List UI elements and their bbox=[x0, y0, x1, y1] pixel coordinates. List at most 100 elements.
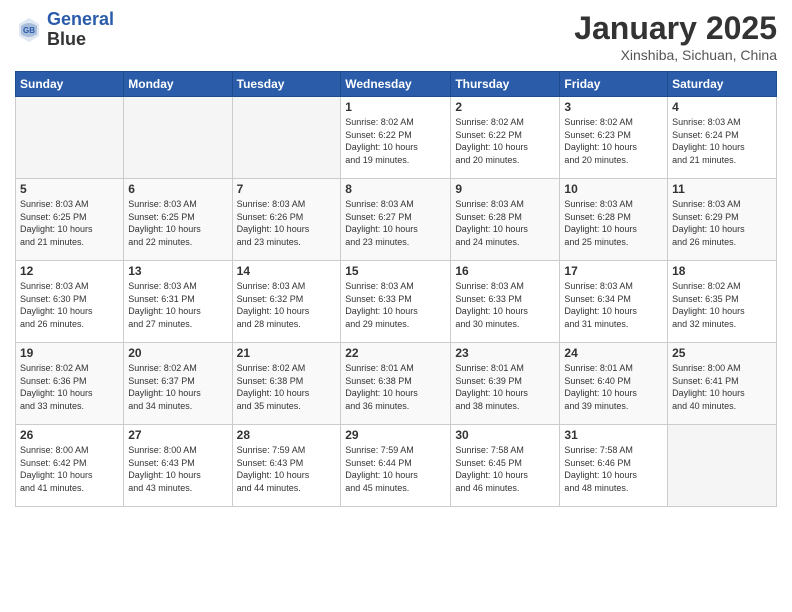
day-info: Sunrise: 8:03 AM Sunset: 6:24 PM Dayligh… bbox=[672, 116, 772, 166]
logo: GB General Blue bbox=[15, 10, 114, 50]
day-number: 7 bbox=[237, 182, 337, 196]
calendar-cell: 22 Sunrise: 8:01 AM Sunset: 6:38 PM Dayli… bbox=[341, 343, 451, 425]
week-row-2: 12Sunrise: 8:03 AM Sunset: 6:30 PM Dayli… bbox=[16, 261, 777, 343]
day-number: 18 bbox=[672, 264, 772, 278]
day-info: Sunrise: 8:03 AM Sunset: 6:25 PM Dayligh… bbox=[20, 198, 119, 248]
day-number: 27 bbox=[128, 428, 227, 442]
calendar-cell: 3 Sunrise: 8:02 AM Sunset: 6:23 PM Daylig… bbox=[560, 97, 668, 179]
week-row-3: 19 Sunrise: 8:02 AM Sunset: 6:36 PM Dayli… bbox=[16, 343, 777, 425]
calendar-cell: 19 Sunrise: 8:02 AM Sunset: 6:36 PM Dayli… bbox=[16, 343, 124, 425]
weekday-header-row: SundayMondayTuesdayWednesdayThursdayFrid… bbox=[16, 72, 777, 97]
header: GB General Blue January 2025 Xinshiba, S… bbox=[15, 10, 777, 63]
week-row-0: 1 Sunrise: 8:02 AM Sunset: 6:22 PM Daylig… bbox=[16, 97, 777, 179]
calendar-cell: 4 Sunrise: 8:03 AM Sunset: 6:24 PM Daylig… bbox=[668, 97, 777, 179]
day-info: Sunrise: 8:01 AM Sunset: 6:38 PM Dayligh… bbox=[345, 362, 446, 412]
day-number: 5 bbox=[20, 182, 119, 196]
week-row-4: 26Sunrise: 8:00 AM Sunset: 6:42 PM Dayli… bbox=[16, 425, 777, 507]
day-number: 9 bbox=[455, 182, 555, 196]
day-number: 15 bbox=[345, 264, 446, 278]
day-number: 13 bbox=[128, 264, 227, 278]
calendar-cell: 26Sunrise: 8:00 AM Sunset: 6:42 PM Dayli… bbox=[16, 425, 124, 507]
day-info: Sunrise: 8:02 AM Sunset: 6:35 PM Dayligh… bbox=[672, 280, 772, 330]
day-number: 17 bbox=[564, 264, 663, 278]
day-number: 4 bbox=[672, 100, 772, 114]
calendar-cell: 31 Sunrise: 7:58 AM Sunset: 6:46 PM Dayli… bbox=[560, 425, 668, 507]
day-info: Sunrise: 8:00 AM Sunset: 6:43 PM Dayligh… bbox=[128, 444, 227, 494]
calendar-cell: 28 Sunrise: 7:59 AM Sunset: 6:43 PM Dayli… bbox=[232, 425, 341, 507]
calendar-cell bbox=[16, 97, 124, 179]
calendar-cell: 20Sunrise: 8:02 AM Sunset: 6:37 PM Dayli… bbox=[124, 343, 232, 425]
title-block: January 2025 Xinshiba, Sichuan, China bbox=[574, 10, 777, 63]
weekday-header-friday: Friday bbox=[560, 72, 668, 97]
day-info: Sunrise: 8:03 AM Sunset: 6:31 PM Dayligh… bbox=[128, 280, 227, 330]
day-number: 30 bbox=[455, 428, 555, 442]
calendar-cell: 24 Sunrise: 8:01 AM Sunset: 6:40 PM Dayli… bbox=[560, 343, 668, 425]
day-number: 31 bbox=[564, 428, 663, 442]
calendar-cell: 12Sunrise: 8:03 AM Sunset: 6:30 PM Dayli… bbox=[16, 261, 124, 343]
day-info: Sunrise: 8:03 AM Sunset: 6:33 PM Dayligh… bbox=[345, 280, 446, 330]
day-info: Sunrise: 8:03 AM Sunset: 6:28 PM Dayligh… bbox=[455, 198, 555, 248]
day-info: Sunrise: 8:03 AM Sunset: 6:32 PM Dayligh… bbox=[237, 280, 337, 330]
day-number: 24 bbox=[564, 346, 663, 360]
calendar-cell: 27 Sunrise: 8:00 AM Sunset: 6:43 PM Dayli… bbox=[124, 425, 232, 507]
day-info: Sunrise: 8:03 AM Sunset: 6:27 PM Dayligh… bbox=[345, 198, 446, 248]
calendar-cell: 21 Sunrise: 8:02 AM Sunset: 6:38 PM Dayli… bbox=[232, 343, 341, 425]
calendar-cell: 9 Sunrise: 8:03 AM Sunset: 6:28 PM Daylig… bbox=[451, 179, 560, 261]
calendar-cell: 18 Sunrise: 8:02 AM Sunset: 6:35 PM Dayli… bbox=[668, 261, 777, 343]
day-info: Sunrise: 8:03 AM Sunset: 6:26 PM Dayligh… bbox=[237, 198, 337, 248]
day-number: 1 bbox=[345, 100, 446, 114]
day-info: Sunrise: 8:01 AM Sunset: 6:39 PM Dayligh… bbox=[455, 362, 555, 412]
day-number: 21 bbox=[237, 346, 337, 360]
day-number: 14 bbox=[237, 264, 337, 278]
calendar-cell: 30 Sunrise: 7:58 AM Sunset: 6:45 PM Dayli… bbox=[451, 425, 560, 507]
location: Xinshiba, Sichuan, China bbox=[574, 47, 777, 63]
week-row-1: 5 Sunrise: 8:03 AM Sunset: 6:25 PM Daylig… bbox=[16, 179, 777, 261]
calendar-cell: 2 Sunrise: 8:02 AM Sunset: 6:22 PM Daylig… bbox=[451, 97, 560, 179]
day-number: 23 bbox=[455, 346, 555, 360]
calendar-cell: 10Sunrise: 8:03 AM Sunset: 6:28 PM Dayli… bbox=[560, 179, 668, 261]
day-info: Sunrise: 8:01 AM Sunset: 6:40 PM Dayligh… bbox=[564, 362, 663, 412]
day-number: 16 bbox=[455, 264, 555, 278]
calendar-cell: 29Sunrise: 7:59 AM Sunset: 6:44 PM Dayli… bbox=[341, 425, 451, 507]
calendar-cell: 1Sunrise: 8:02 AM Sunset: 6:22 PM Daylig… bbox=[341, 97, 451, 179]
day-info: Sunrise: 8:03 AM Sunset: 6:30 PM Dayligh… bbox=[20, 280, 119, 330]
day-info: Sunrise: 8:02 AM Sunset: 6:36 PM Dayligh… bbox=[20, 362, 119, 412]
weekday-header-sunday: Sunday bbox=[16, 72, 124, 97]
day-number: 3 bbox=[564, 100, 663, 114]
day-number: 19 bbox=[20, 346, 119, 360]
weekday-header-wednesday: Wednesday bbox=[341, 72, 451, 97]
weekday-header-saturday: Saturday bbox=[668, 72, 777, 97]
day-info: Sunrise: 8:02 AM Sunset: 6:23 PM Dayligh… bbox=[564, 116, 663, 166]
day-info: Sunrise: 8:02 AM Sunset: 6:38 PM Dayligh… bbox=[237, 362, 337, 412]
calendar-cell: 5 Sunrise: 8:03 AM Sunset: 6:25 PM Daylig… bbox=[16, 179, 124, 261]
day-number: 25 bbox=[672, 346, 772, 360]
calendar-cell: 14 Sunrise: 8:03 AM Sunset: 6:32 PM Dayli… bbox=[232, 261, 341, 343]
day-info: Sunrise: 8:02 AM Sunset: 6:37 PM Dayligh… bbox=[128, 362, 227, 412]
day-info: Sunrise: 8:02 AM Sunset: 6:22 PM Dayligh… bbox=[455, 116, 555, 166]
calendar-cell bbox=[124, 97, 232, 179]
day-number: 11 bbox=[672, 182, 772, 196]
day-info: Sunrise: 8:03 AM Sunset: 6:33 PM Dayligh… bbox=[455, 280, 555, 330]
calendar-cell: 11 Sunrise: 8:03 AM Sunset: 6:29 PM Dayli… bbox=[668, 179, 777, 261]
day-info: Sunrise: 7:59 AM Sunset: 6:43 PM Dayligh… bbox=[237, 444, 337, 494]
day-number: 28 bbox=[237, 428, 337, 442]
day-number: 26 bbox=[20, 428, 119, 442]
day-info: Sunrise: 7:59 AM Sunset: 6:44 PM Dayligh… bbox=[345, 444, 446, 494]
weekday-header-monday: Monday bbox=[124, 72, 232, 97]
day-number: 22 bbox=[345, 346, 446, 360]
day-info: Sunrise: 7:58 AM Sunset: 6:46 PM Dayligh… bbox=[564, 444, 663, 494]
page: GB General Blue January 2025 Xinshiba, S… bbox=[0, 0, 792, 612]
calendar-cell: 17Sunrise: 8:03 AM Sunset: 6:34 PM Dayli… bbox=[560, 261, 668, 343]
day-number: 6 bbox=[128, 182, 227, 196]
calendar-cell: 8Sunrise: 8:03 AM Sunset: 6:27 PM Daylig… bbox=[341, 179, 451, 261]
day-number: 10 bbox=[564, 182, 663, 196]
calendar-cell: 7 Sunrise: 8:03 AM Sunset: 6:26 PM Daylig… bbox=[232, 179, 341, 261]
day-info: Sunrise: 7:58 AM Sunset: 6:45 PM Dayligh… bbox=[455, 444, 555, 494]
day-number: 2 bbox=[455, 100, 555, 114]
calendar-cell: 13 Sunrise: 8:03 AM Sunset: 6:31 PM Dayli… bbox=[124, 261, 232, 343]
logo-blue: Blue bbox=[47, 30, 114, 50]
calendar-table: SundayMondayTuesdayWednesdayThursdayFrid… bbox=[15, 71, 777, 507]
day-info: Sunrise: 8:03 AM Sunset: 6:29 PM Dayligh… bbox=[672, 198, 772, 248]
calendar-cell: 15 Sunrise: 8:03 AM Sunset: 6:33 PM Dayli… bbox=[341, 261, 451, 343]
weekday-header-thursday: Thursday bbox=[451, 72, 560, 97]
